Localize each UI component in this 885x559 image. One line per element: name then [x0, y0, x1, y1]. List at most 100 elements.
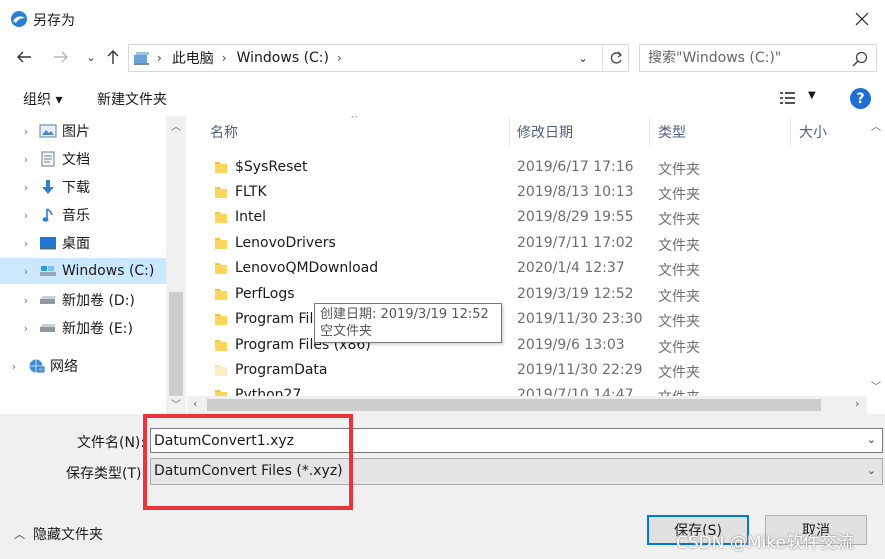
scroll-up-icon[interactable]: ︿: [867, 118, 885, 133]
filename-label: 文件名(N):: [77, 435, 146, 451]
file-row[interactable]: FLTK 2019/8/13 10:13 文件夹: [187, 180, 865, 205]
file-row[interactable]: Program Fil 2019/11/30 23:30 文件夹: [187, 307, 865, 332]
help-icon[interactable]: ?: [850, 88, 871, 109]
recent-locations-button[interactable]: ⌄: [80, 46, 102, 68]
tooltip-created-date: 创建日期: 2019/3/19 12:52: [320, 307, 489, 322]
breadcrumb-this-pc[interactable]: 此电脑: [172, 48, 214, 68]
nav-item-drive-e[interactable]: › 新加卷 (E:): [0, 315, 166, 341]
new-folder-button[interactable]: 新建文件夹: [97, 89, 167, 109]
details-view-icon: [780, 92, 795, 104]
chevron-right-icon[interactable]: ›: [16, 265, 36, 278]
folder-icon: [215, 289, 227, 300]
chevron-right-icon[interactable]: ›: [16, 237, 36, 250]
nav-item-pictures[interactable]: › 图片: [0, 118, 166, 144]
refresh-icon: [610, 51, 622, 64]
folder-icon: [215, 212, 227, 223]
downloads-icon: [38, 178, 58, 196]
refresh-button[interactable]: [602, 45, 628, 71]
app-dialog-icon: [11, 11, 27, 27]
chevron-right-icon[interactable]: ›: [16, 294, 36, 307]
column-header-type[interactable]: 类型: [658, 116, 686, 148]
organize-button[interactable]: 组织 ▾: [23, 89, 62, 109]
file-row[interactable]: $SysReset 2019/6/17 17:16 文件夹: [187, 155, 865, 180]
file-type: 文件夹: [658, 212, 700, 228]
chevron-up-icon: ︿: [14, 528, 25, 541]
nav-scrollbar[interactable]: ︿ ﹀: [166, 116, 186, 414]
close-icon: [855, 12, 869, 26]
hide-folders-label: 隐藏文件夹: [33, 527, 103, 543]
chevron-right-icon[interactable]: ›: [16, 153, 36, 166]
scroll-right-icon[interactable]: ›: [855, 397, 859, 410]
nav-item-downloads[interactable]: › 下载: [0, 174, 166, 200]
file-row[interactable]: Intel 2019/8/29 19:55 文件夹: [187, 205, 865, 230]
file-name: $SysReset: [235, 159, 308, 175]
file-type: 文件夹: [658, 289, 700, 305]
filetype-label: 保存类型(T):: [66, 466, 147, 482]
nav-item-label: 音乐: [62, 208, 90, 224]
close-button[interactable]: [839, 0, 885, 38]
filename-input[interactable]: [154, 431, 844, 450]
tooltip-folder-state: 空文件夹: [320, 324, 373, 339]
scrollbar-thumb[interactable]: [207, 399, 821, 411]
file-name: Intel: [235, 209, 266, 225]
file-row[interactable]: LenovoQMDownload 2020/1/4 12:37 文件夹: [187, 256, 865, 281]
file-date: 2019/11/30 23:30: [517, 311, 643, 327]
column-divider[interactable]: [509, 118, 510, 146]
file-row[interactable]: ProgramData 2019/11/30 22:29 文件夹: [187, 358, 865, 383]
file-type: 文件夹: [658, 365, 700, 381]
nav-item-drive-c[interactable]: › Windows (C:): [0, 258, 166, 284]
watermark-text: CSDN @Mike软件交流: [676, 533, 854, 553]
breadcrumb-separator-icon: ›: [221, 51, 227, 65]
nav-item-label: Windows (C:): [62, 263, 155, 279]
column-header-name[interactable]: 名称: [210, 116, 238, 148]
back-button[interactable]: [13, 46, 35, 68]
chevron-right-icon[interactable]: ›: [4, 360, 24, 373]
scrollbar-thumb[interactable]: [169, 292, 183, 396]
folder-icon: [215, 340, 227, 351]
chevron-right-icon[interactable]: ›: [16, 209, 36, 222]
search-icon[interactable]: [852, 51, 868, 67]
scroll-left-icon[interactable]: ‹: [193, 397, 197, 410]
column-header-size[interactable]: 大小: [799, 116, 827, 148]
column-header-date[interactable]: 修改日期: [517, 116, 573, 148]
chevron-down-icon[interactable]: ⌄: [867, 464, 876, 477]
nav-item-label: 下载: [62, 180, 90, 196]
file-date: 2019/6/17 17:16: [517, 159, 634, 175]
folder-icon: [215, 187, 227, 198]
search-box[interactable]: [639, 44, 877, 72]
scroll-down-icon[interactable]: ﹀: [867, 378, 885, 393]
chevron-right-icon[interactable]: ›: [16, 125, 36, 138]
file-row[interactable]: PerfLogs 2019/3/19 12:52 文件夹: [187, 282, 865, 307]
hide-folders-toggle[interactable]: ︿ 隐藏文件夹: [14, 524, 103, 544]
breadcrumb-drive-c[interactable]: Windows (C:): [237, 50, 329, 66]
nav-item-label: 网络: [50, 359, 78, 375]
file-date: 2019/7/11 17:02: [517, 235, 634, 251]
arrow-left-icon: [17, 51, 31, 63]
nav-item-desktop[interactable]: › 桌面: [0, 230, 166, 256]
chevron-down-icon[interactable]: ⌄: [867, 433, 876, 446]
address-dropdown-button[interactable]: ⌄: [572, 45, 594, 71]
filename-field[interactable]: ⌄: [150, 428, 883, 453]
scroll-up-icon[interactable]: ︿: [166, 118, 186, 134]
chevron-right-icon[interactable]: ›: [16, 322, 36, 335]
nav-item-documents[interactable]: › 文档: [0, 146, 166, 172]
change-view-button[interactable]: ▼: [778, 90, 818, 108]
file-name: LenovoDrivers: [235, 235, 336, 251]
address-bar[interactable]: › 此电脑 › Windows (C:) › ⌄: [128, 44, 629, 72]
column-divider[interactable]: [649, 118, 650, 146]
nav-item-drive-d[interactable]: › 新加卷 (D:): [0, 287, 166, 313]
nav-item-music[interactable]: › 音乐: [0, 202, 166, 228]
file-row[interactable]: Program Files (x86) 2019/9/6 13:03 文件夹: [187, 333, 865, 358]
file-row[interactable]: LenovoDrivers 2019/7/11 17:02 文件夹: [187, 231, 865, 256]
search-input[interactable]: [648, 48, 848, 68]
chevron-right-icon[interactable]: ›: [16, 181, 36, 194]
column-divider[interactable]: [790, 118, 791, 146]
up-button[interactable]: [102, 46, 124, 68]
scroll-down-icon[interactable]: ﹀: [166, 396, 186, 412]
forward-button[interactable]: [50, 46, 72, 68]
nav-item-network[interactable]: › 网络: [0, 353, 166, 379]
file-list-horizontal-scrollbar[interactable]: ‹ ›: [187, 396, 867, 414]
command-toolbar: 组织 ▾ 新建文件夹 ▼ ?: [0, 80, 885, 116]
filetype-select[interactable]: DatumConvert Files (*.xyz) ⌄: [150, 458, 883, 485]
file-list-vertical-scrollbar[interactable]: ︿ ﹀: [867, 116, 885, 396]
